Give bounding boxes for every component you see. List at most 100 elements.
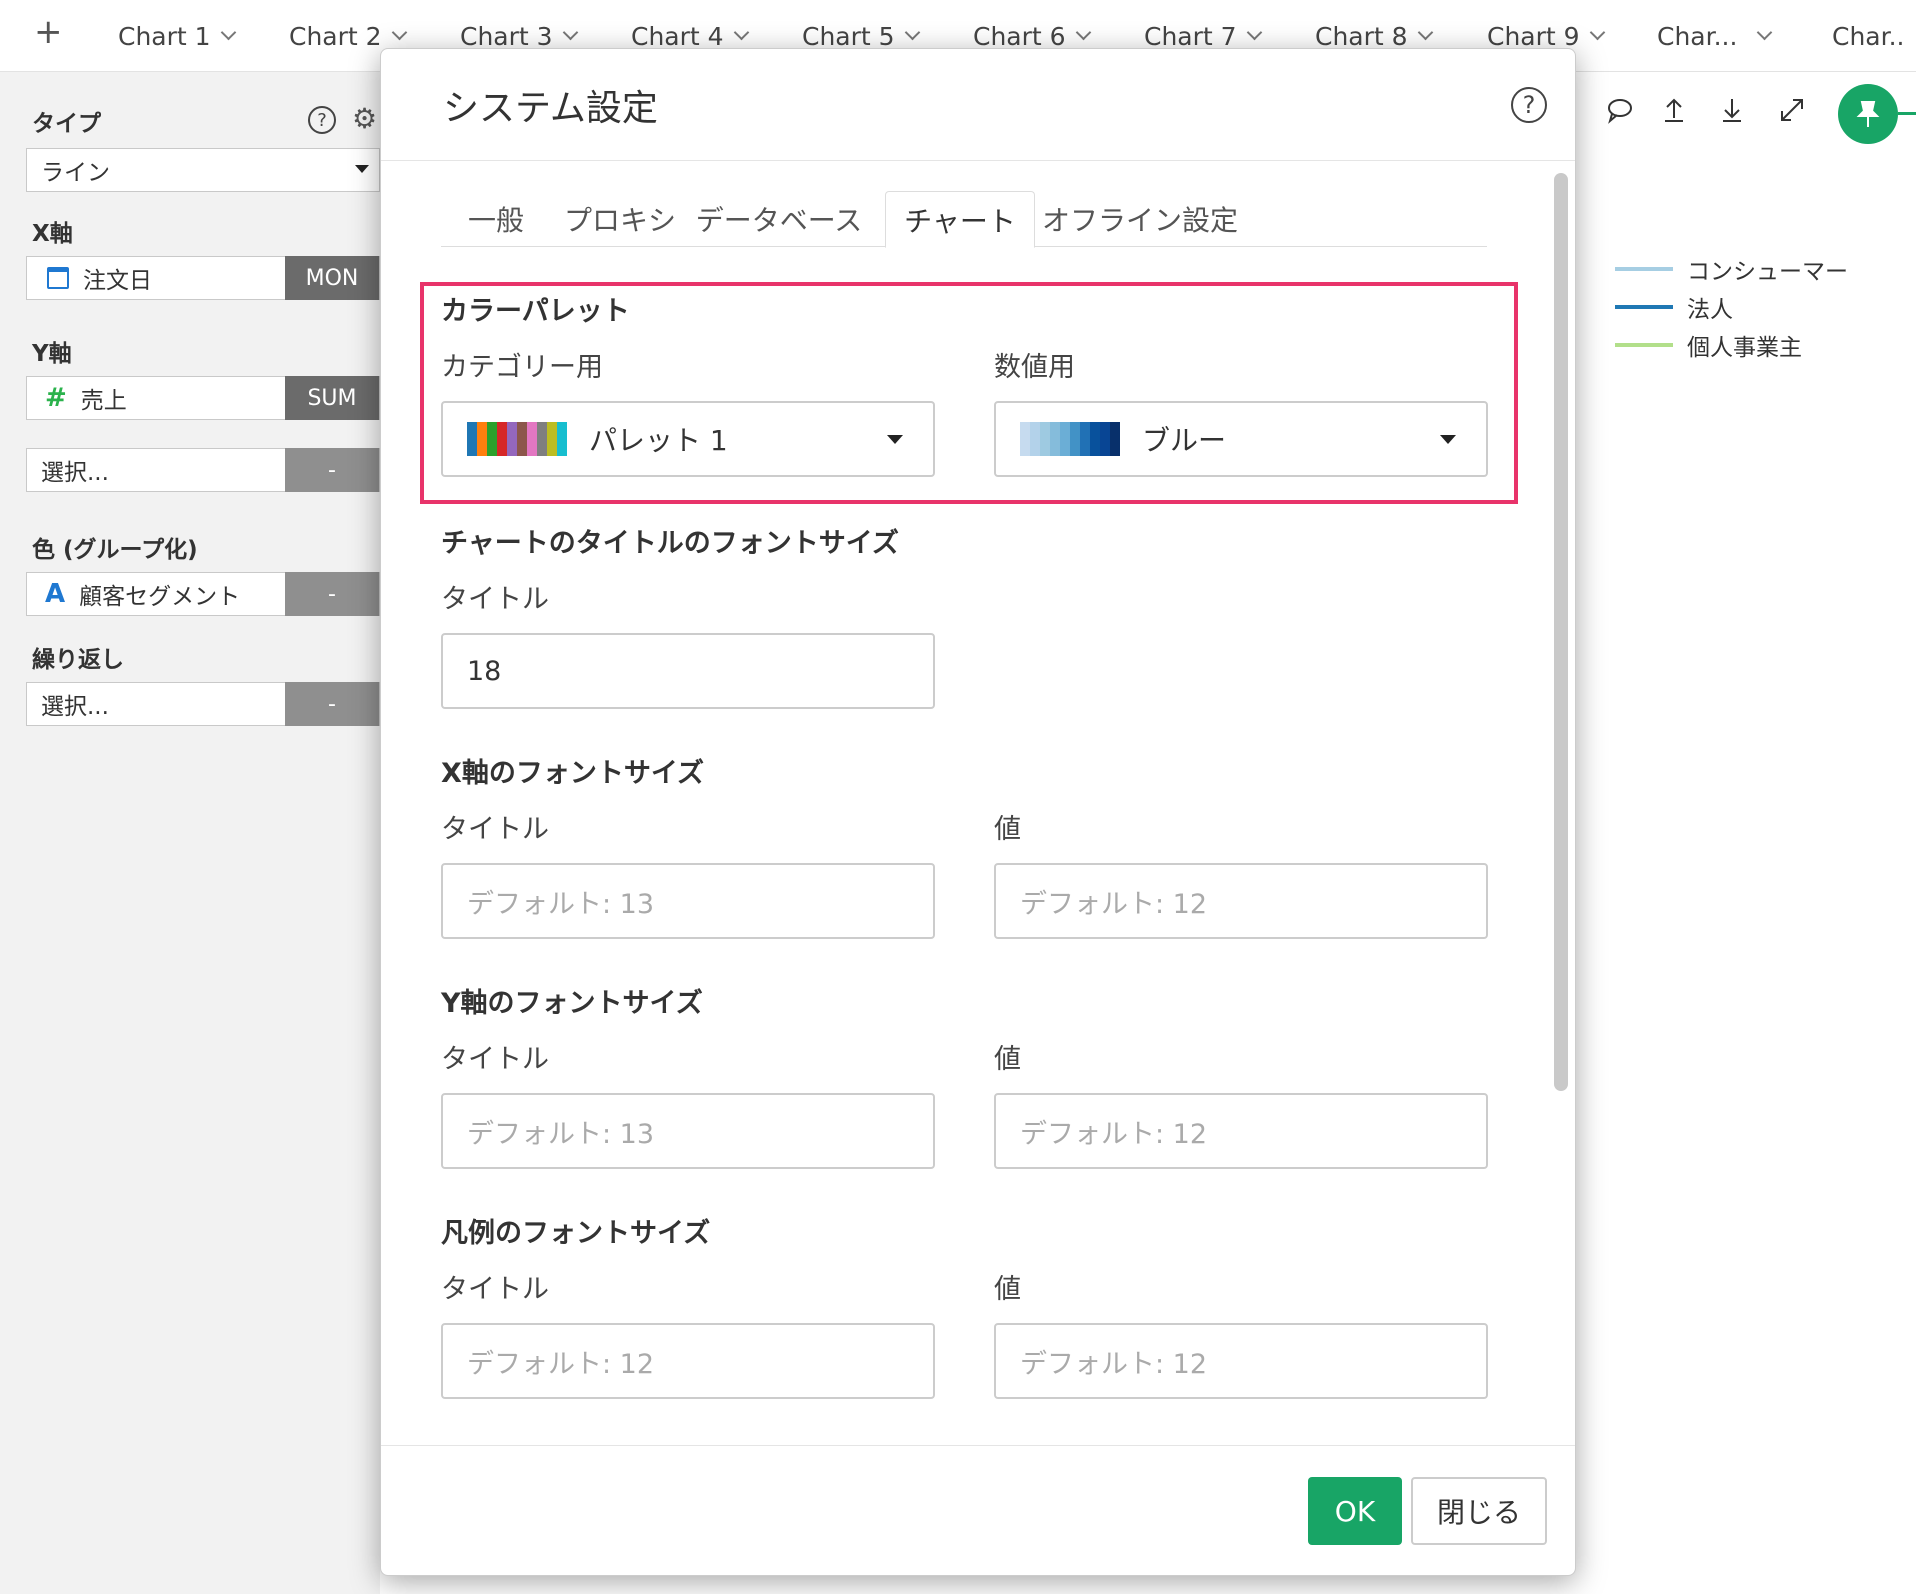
category-palette-value: パレット 1	[589, 424, 728, 457]
palette-color-chip	[477, 422, 487, 456]
tab-chart[interactable]: チャート	[885, 191, 1035, 248]
chart-tab[interactable]: Char..	[1832, 16, 1905, 56]
palette-color-chip	[557, 422, 567, 456]
chevron-down-icon	[733, 24, 749, 40]
chevron-down-icon	[1246, 24, 1262, 40]
settings-tabs: 一般 プロキシ データベース チャート オフライン設定	[441, 191, 1487, 248]
chevron-down-icon	[1589, 24, 1605, 40]
legend-swatch	[1615, 343, 1673, 347]
chevron-down-icon	[1075, 24, 1091, 40]
title-font-size-input[interactable]: 18	[441, 633, 935, 709]
y-axis-add-aggregation[interactable]: -	[285, 448, 379, 492]
legend-label: 法人	[1687, 297, 1733, 323]
legend-value-font-label: 値	[994, 1274, 1021, 1305]
upload-icon[interactable]	[1654, 90, 1694, 130]
pin-icon[interactable]	[1838, 84, 1898, 144]
download-icon[interactable]	[1712, 90, 1752, 130]
chevron-down-icon	[1757, 24, 1773, 40]
legend-swatch	[1615, 267, 1673, 271]
y-axis-add-placeholder: 選択...	[41, 460, 109, 486]
chart-tab[interactable]: Chart 1	[118, 16, 236, 56]
repeat-field[interactable]: 選択... -	[26, 682, 380, 726]
chart-config-panel: タイプ ? ⚙ ライン X軸 注文日 MON Y軸 # 売上 SUM 選択...…	[0, 72, 380, 1594]
chart-tab-label: Char..	[1832, 21, 1905, 51]
y-axis-add-field[interactable]: 選択... -	[26, 448, 380, 492]
legend-item[interactable]: コンシューマー	[1615, 254, 1848, 285]
x-title-font-input[interactable]: デフォルト: 13	[441, 863, 935, 939]
tab-offline-settings[interactable]: オフライン設定	[1037, 191, 1243, 247]
legend-title-font-label: タイトル	[441, 1274, 549, 1305]
gear-icon[interactable]: ⚙	[352, 102, 377, 135]
dialog-scrollbar[interactable]	[1554, 173, 1568, 1091]
ok-button[interactable]: OK	[1308, 1477, 1402, 1545]
y-value-font-input[interactable]: デフォルト: 12	[994, 1093, 1488, 1169]
legend-item[interactable]: 個人事業主	[1615, 330, 1802, 361]
color-group-field[interactable]: A 顧客セグメント -	[26, 572, 380, 616]
x-value-font-input[interactable]: デフォルト: 12	[994, 863, 1488, 939]
chart-tab-label: Char...	[1657, 21, 1738, 51]
category-palette-select[interactable]: パレット 1	[441, 401, 935, 477]
y-axis-font-section: Y軸のフォントサイズ	[441, 988, 703, 1019]
chart-tab-label: Chart 7	[1144, 21, 1237, 51]
legend-label: コンシューマー	[1687, 259, 1848, 285]
dialog-header: システム設定 ?	[381, 49, 1575, 161]
system-settings-dialog: システム設定 ? 一般 プロキシ データベース チャート オフライン設定 カラー…	[380, 48, 1576, 1576]
tab-general[interactable]: 一般	[441, 191, 551, 247]
chart-tab-label: Chart 8	[1315, 21, 1408, 51]
tab-database[interactable]: データベース	[691, 191, 867, 247]
chart-type-select[interactable]: ライン	[26, 148, 380, 192]
chart-tab-label: Chart 9	[1487, 21, 1580, 51]
palette-color-chip	[1110, 422, 1120, 456]
comment-icon[interactable]	[1600, 90, 1640, 130]
x-axis-field[interactable]: 注文日 MON	[26, 256, 380, 300]
legend-value-font-input[interactable]: デフォルト: 12	[994, 1323, 1488, 1399]
color-group-aggregation[interactable]: -	[285, 572, 379, 616]
numeric-palette-label: 数値用	[994, 352, 1075, 383]
dialog-title: システム設定	[443, 88, 658, 129]
chart-title-font-section: チャートのタイトルのフォントサイズ	[441, 528, 899, 559]
caret-down-icon	[1440, 435, 1456, 444]
numeric-palette-select[interactable]: ブルー	[994, 401, 1488, 477]
palette-color-chip	[1020, 422, 1030, 456]
legend-label: 個人事業主	[1687, 335, 1802, 361]
chart-tab-label: Chart 1	[118, 21, 211, 51]
y-axis-field[interactable]: # 売上 SUM	[26, 376, 380, 420]
palette-color-chip	[527, 422, 537, 456]
legend-item[interactable]: 法人	[1615, 292, 1733, 323]
color-group-label: 色 (グループ化)	[32, 537, 198, 563]
add-chart-button[interactable]: +	[34, 12, 63, 52]
help-icon[interactable]: ?	[308, 106, 336, 134]
palette-color-chip	[467, 422, 477, 456]
close-button[interactable]: 閉じる	[1411, 1477, 1547, 1545]
tab-proxy[interactable]: プロキシ	[553, 191, 687, 247]
color-palette-title: カラーパレット	[441, 296, 630, 327]
chart-tab-label: Chart 2	[289, 21, 382, 51]
palette-color-chip	[1070, 422, 1080, 456]
chart-tab[interactable]: Char...	[1657, 16, 1773, 56]
repeat-placeholder: 選択...	[41, 694, 109, 720]
caret-down-icon	[355, 165, 369, 173]
number-icon: #	[45, 383, 67, 413]
legend-swatch	[1615, 305, 1673, 309]
color-group-field-name: 顧客セグメント	[79, 584, 241, 610]
y-axis-field-name: 売上	[80, 388, 127, 414]
numeric-palette-value: ブルー	[1142, 424, 1227, 457]
chart-tab-label: Chart 3	[460, 21, 553, 51]
palette-color-chip	[537, 422, 547, 456]
y-title-font-input[interactable]: デフォルト: 13	[441, 1093, 935, 1169]
legend-font-section: 凡例のフォントサイズ	[441, 1218, 711, 1249]
palette-color-chip	[1100, 422, 1110, 456]
chart-type-value: ライン	[41, 160, 110, 186]
title-font-label: タイトル	[441, 584, 549, 615]
legend-title-font-input[interactable]: デフォルト: 12	[441, 1323, 935, 1399]
help-icon[interactable]: ?	[1511, 87, 1547, 123]
palette-color-chip	[497, 422, 507, 456]
numeric-palette-swatch	[1020, 422, 1120, 456]
x-axis-aggregation[interactable]: MON	[285, 256, 379, 300]
pin-connector	[1898, 112, 1916, 115]
expand-icon[interactable]	[1772, 90, 1812, 130]
repeat-aggregation[interactable]: -	[285, 682, 379, 726]
palette-color-chip	[517, 422, 527, 456]
y-axis-aggregation[interactable]: SUM	[285, 376, 379, 420]
text-field-icon: A	[45, 579, 66, 609]
